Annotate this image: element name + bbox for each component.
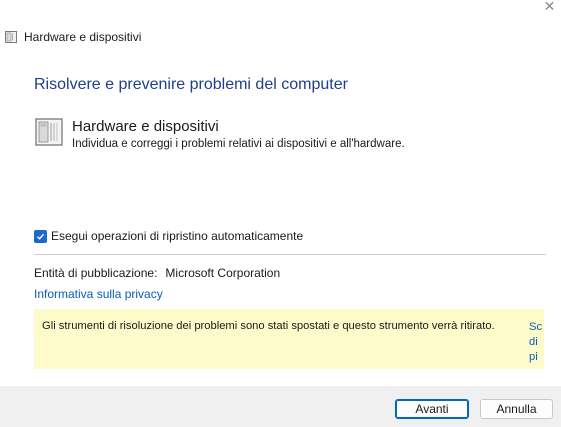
- notice-link-fragment: di: [529, 336, 538, 348]
- window-title: Hardware e dispositivi: [24, 30, 142, 44]
- hardware-device-icon: [5, 31, 17, 43]
- notice-link-fragment: Sc: [529, 321, 543, 333]
- troubleshooter-item: Hardware e dispositivi Individua e corre…: [34, 117, 405, 150]
- page-heading: Risolvere e prevenire problemi del compu…: [34, 76, 348, 93]
- checkmark-icon: [37, 233, 45, 240]
- close-button[interactable]: ✕: [538, 0, 561, 14]
- auto-repair-label: Esegui operazioni di ripristino automati…: [51, 229, 304, 243]
- notice-link[interactable]: Sc di pi: [529, 320, 543, 365]
- auto-repair-option[interactable]: Esegui operazioni di ripristino automati…: [34, 229, 303, 243]
- footer-bar: Avanti Annulla: [0, 386, 561, 427]
- auto-repair-checkbox[interactable]: [34, 229, 47, 243]
- item-title: Hardware e dispositivi: [72, 118, 219, 135]
- divider: [34, 254, 546, 255]
- cancel-button[interactable]: Annulla: [480, 399, 553, 419]
- privacy-link[interactable]: Informativa sulla privacy: [34, 287, 163, 301]
- close-icon: ✕: [543, 0, 556, 14]
- publisher-info: Entità di pubblicazione: Microsoft Corpo…: [34, 266, 280, 280]
- title-bar: Hardware e dispositivi: [4, 28, 141, 46]
- notice-text: Gli strumenti di risoluzione dei problem…: [42, 320, 495, 332]
- item-description: Individua e correggi i problemi relativi…: [72, 138, 405, 150]
- publisher-label: Entità di pubblicazione:: [34, 266, 158, 280]
- notice-link-fragment: pi: [529, 351, 538, 363]
- deprecation-notice: Gli strumenti di risoluzione dei problem…: [34, 309, 544, 369]
- device-icon: [35, 118, 63, 146]
- next-button[interactable]: Avanti: [395, 399, 469, 419]
- publisher-value: Microsoft Corporation: [165, 266, 281, 280]
